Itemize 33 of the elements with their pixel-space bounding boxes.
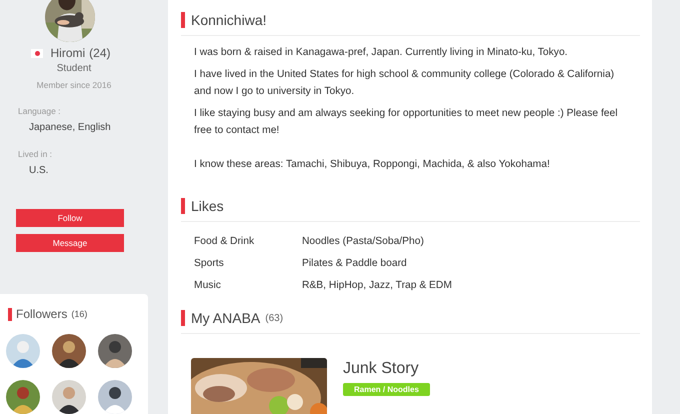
intro-paragraph: I was born & raised in Kanagawa-pref, Japan. Currently living in Minato-ku, Tokyo. <box>194 46 569 60</box>
user-name: Hiromi <box>50 46 86 60</box>
intro-paragraph: I like staying busy and am always seeking for opportunities to meet new people :) Please feel free to contact me! <box>194 107 619 138</box>
language-value: Japanese, English <box>29 122 112 133</box>
followers-title: Followers <box>16 307 68 321</box>
category-tag: Ramen / Noodles <box>343 383 430 396</box>
heading-marker <box>181 310 185 326</box>
followers-count: (16) <box>71 309 88 319</box>
user-age: (24) <box>89 46 110 60</box>
like-value: R&B, HipHop, Jazz, Trap & EDM <box>302 280 452 290</box>
occupation: Student <box>56 63 92 74</box>
like-category: Food & Drink <box>194 236 256 246</box>
heading-marker <box>8 308 12 320</box>
intro-paragraph: I know these areas: Tamachi, Shibuya, Roppongi, Machida, & also Yokohama! <box>194 158 551 172</box>
like-value: Pilates & Paddle board <box>302 258 407 268</box>
section-title: My ANABA <box>191 310 260 326</box>
section-title: Konnichiwa! <box>191 12 266 28</box>
member-since: Member since 2016 <box>36 80 112 90</box>
lived-label: Lived in : <box>18 149 54 159</box>
heading-marker <box>181 198 185 214</box>
anaba-title[interactable]: Junk Story <box>343 360 419 378</box>
language-label: Language : <box>18 106 62 116</box>
section-count: (63) <box>265 312 284 324</box>
heading-marker <box>181 12 185 28</box>
like-category: Sports <box>194 258 225 268</box>
intro-paragraph: I have lived in the United States for high school & community college (Colorado & California) and now I go to university in Tokyo. <box>194 68 616 99</box>
flag-icon <box>31 48 44 58</box>
like-value: Noodles (Pasta/Soba/Pho) <box>302 236 424 246</box>
lived-value: U.S. <box>29 165 50 176</box>
message-button[interactable]: Message <box>16 234 124 252</box>
section-title: Likes <box>191 198 224 214</box>
like-category: Music <box>194 280 222 290</box>
follow-button[interactable]: Follow <box>16 209 124 227</box>
